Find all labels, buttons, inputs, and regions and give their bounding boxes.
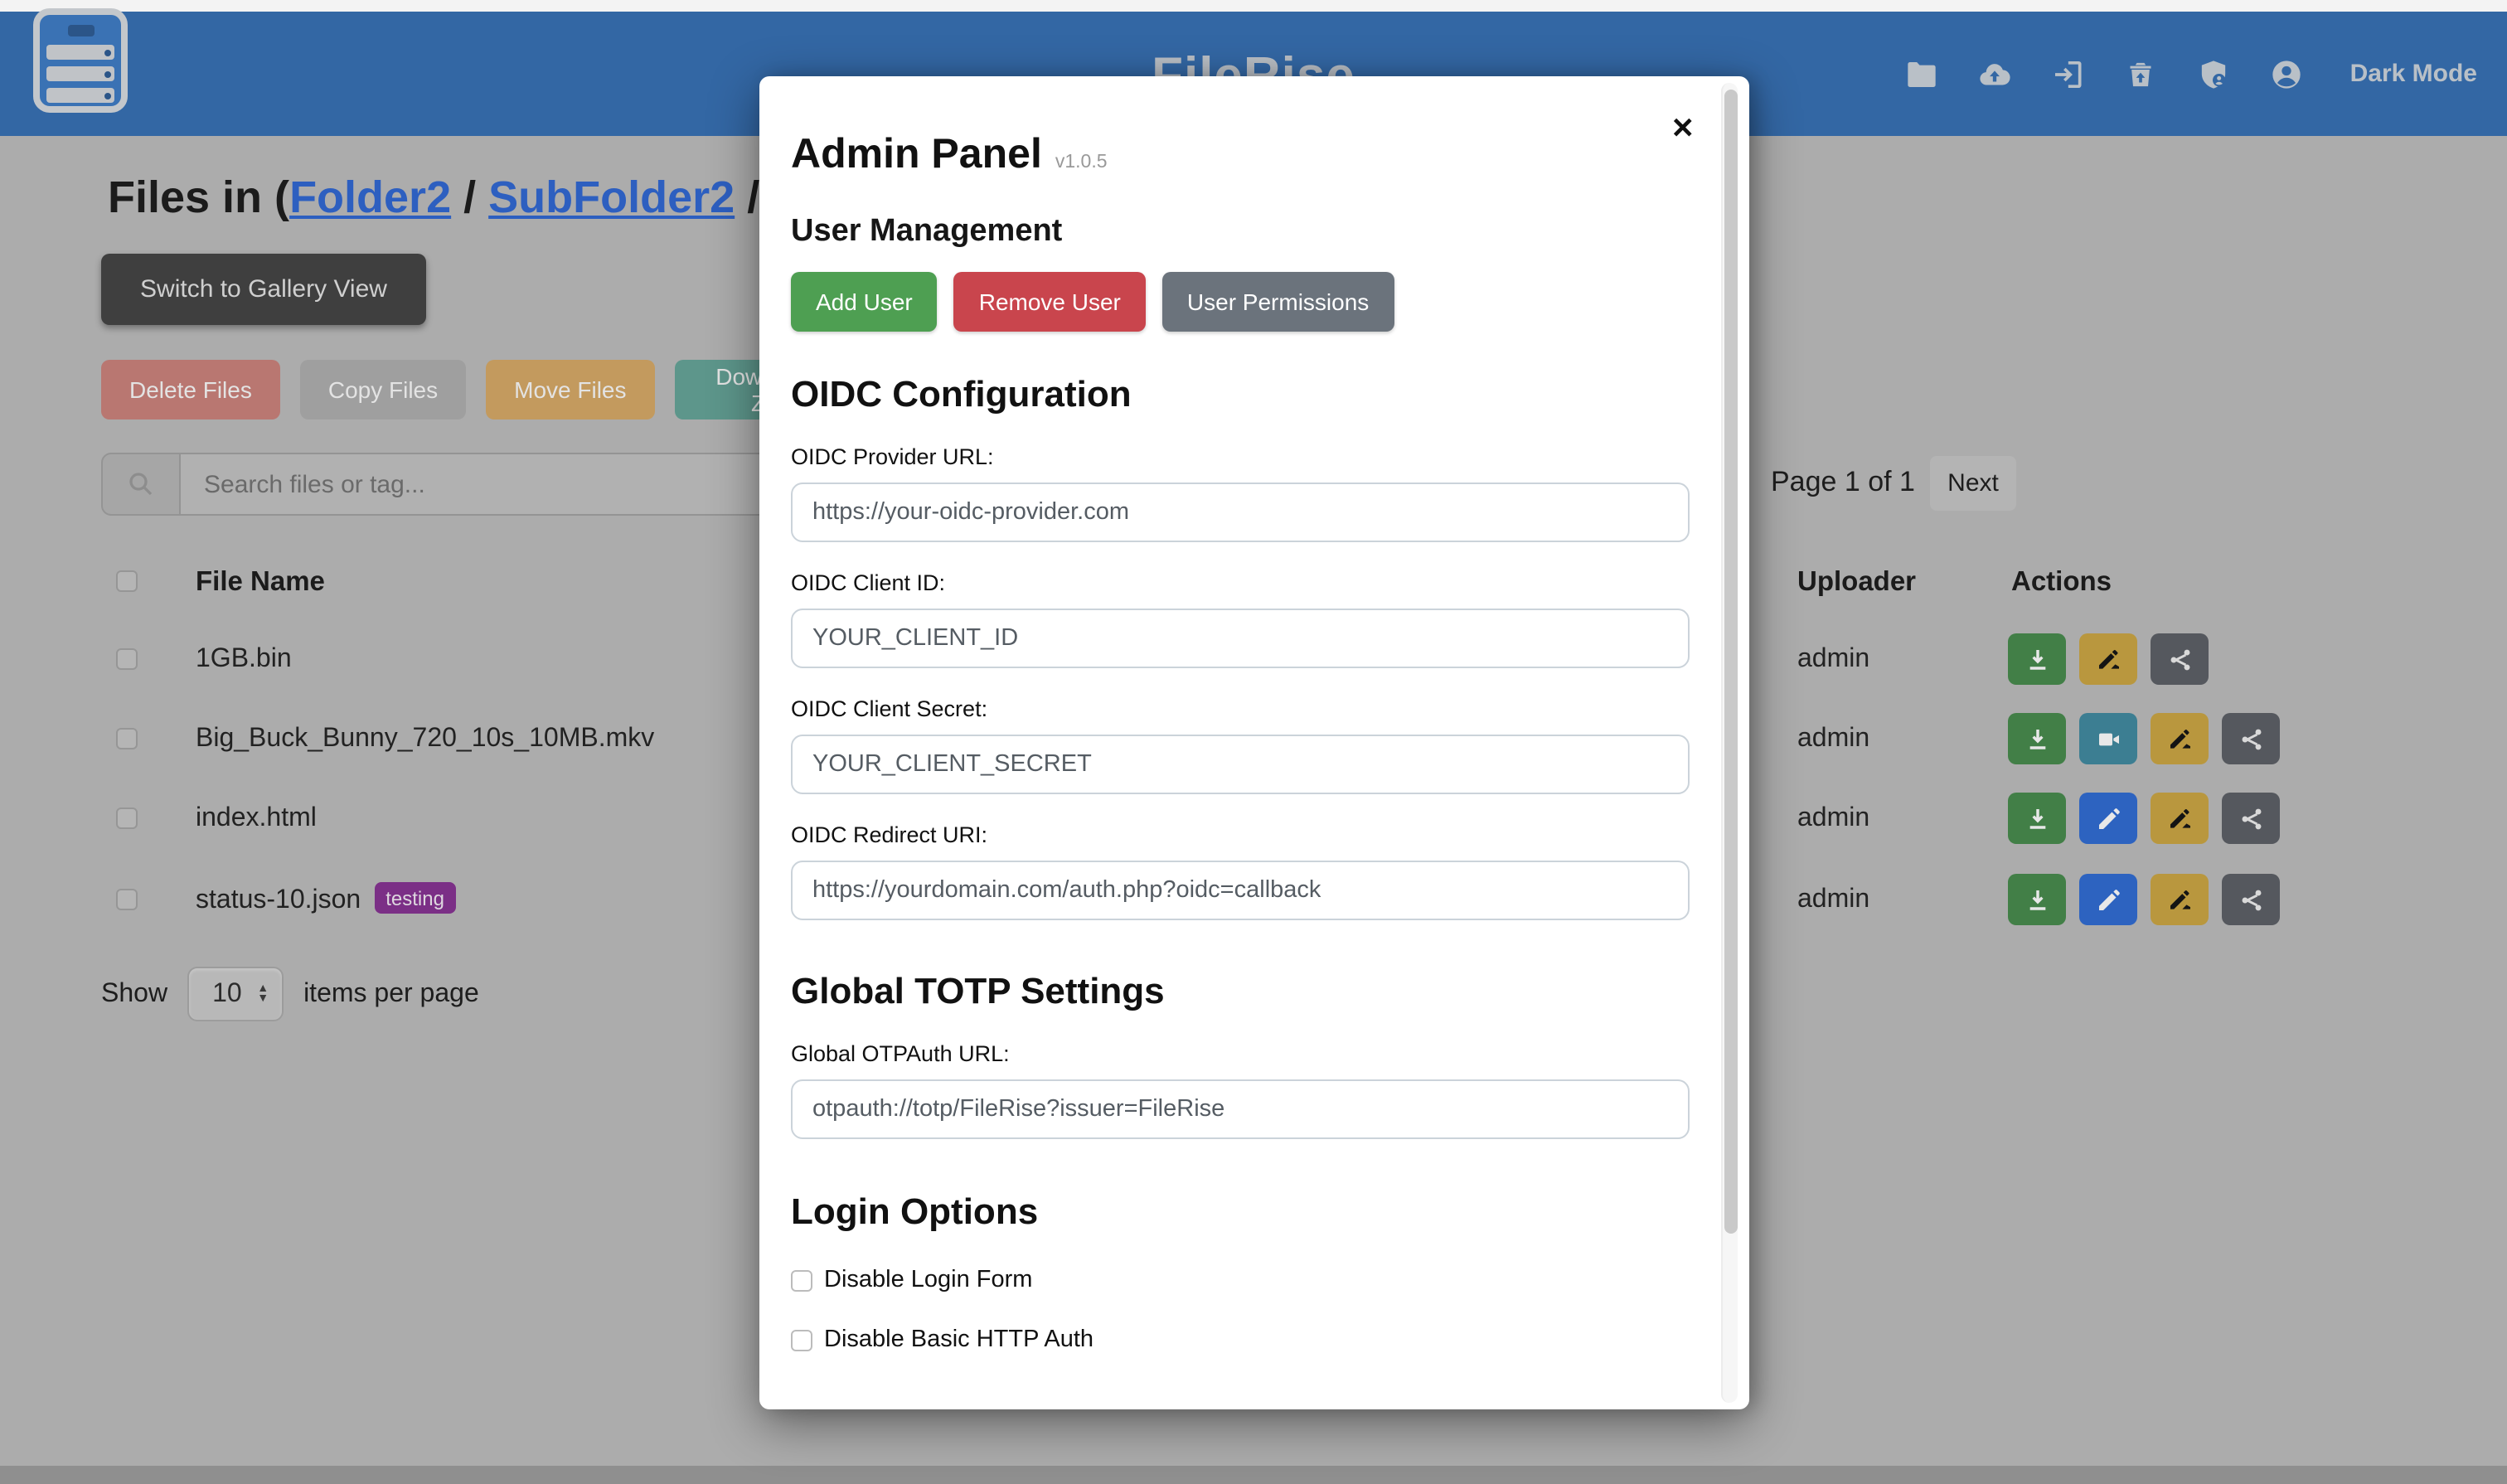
oidc-redirect-uri-input[interactable] [791, 861, 1690, 920]
version-label: v1.0.5 [1055, 153, 1108, 172]
disable-basic-http-auth-checkbox[interactable] [791, 1329, 812, 1351]
share-button[interactable] [2222, 793, 2280, 844]
delete-files-button[interactable]: Delete Files [101, 360, 280, 419]
login-options-heading: Login Options [791, 1191, 1721, 1234]
row-checkbox[interactable] [116, 807, 138, 829]
modal-scrollbar-track[interactable] [1721, 83, 1738, 1403]
column-header-file-name[interactable]: File Name [196, 567, 325, 599]
oidc-client-secret-input[interactable] [791, 735, 1690, 794]
rename-button[interactable] [2079, 633, 2137, 685]
uploader-cell: admin [1797, 725, 1869, 754]
switch-gallery-view-button[interactable]: Switch to Gallery View [101, 254, 426, 325]
oidc-redirect-uri-label: OIDC Redirect URI: [791, 822, 1721, 847]
column-header-actions: Actions [2011, 567, 2112, 599]
uploader-cell: admin [1797, 645, 1869, 675]
items-per-page-select[interactable]: 10 ▲▼ [187, 967, 284, 1021]
share-button[interactable] [2222, 874, 2280, 925]
row-checkbox[interactable] [116, 728, 138, 749]
breadcrumb-link-subfolder2[interactable]: SubFolder2 [488, 172, 735, 222]
row-checkbox[interactable] [116, 648, 138, 670]
breadcrumb-prefix: Files in ( [108, 172, 289, 222]
page-info: Page 1 of 1 [1771, 466, 1915, 499]
copy-files-button[interactable]: Copy Files [300, 360, 466, 419]
breadcrumb-separator: / [451, 172, 488, 222]
file-name[interactable]: index.html [196, 804, 317, 834]
logo-slot [67, 25, 94, 36]
items-per-page-value: 10 [212, 979, 242, 1009]
file-toolbar: Delete Files Copy Files Move Files Downl… [101, 360, 861, 419]
oidc-client-id-label: OIDC Client ID: [791, 570, 1721, 595]
items-per-page: Show 10 ▲▼ items per page [101, 967, 479, 1021]
row-actions [2008, 713, 2280, 764]
filerise-logo[interactable] [33, 8, 128, 113]
share-button[interactable] [2222, 713, 2280, 764]
top-strip [0, 0, 2507, 12]
breadcrumb: Files in (Folder2 / SubFolder2 / [108, 172, 759, 224]
move-files-button[interactable]: Move Files [486, 360, 654, 419]
rename-button[interactable] [2151, 874, 2209, 925]
download-button[interactable] [2008, 713, 2066, 764]
breadcrumb-link-folder2[interactable]: Folder2 [289, 172, 451, 222]
row-actions [2008, 633, 2209, 685]
remove-user-button[interactable]: Remove User [954, 272, 1146, 332]
download-button[interactable] [2008, 633, 2066, 685]
uploader-cell: admin [1797, 885, 1869, 915]
add-user-button[interactable]: Add User [791, 272, 938, 332]
file-name-text: status-10.json [196, 886, 361, 914]
edit-button[interactable] [2079, 793, 2137, 844]
column-header-uploader[interactable]: Uploader [1797, 567, 1916, 599]
user-management-heading: User Management [791, 214, 1721, 250]
totp-heading: Global TOTP Settings [791, 970, 1721, 1013]
file-name[interactable]: Big_Buck_Bunny_720_10s_10MB.mkv [196, 725, 654, 754]
otpauth-url-input[interactable] [791, 1079, 1690, 1139]
bottom-strip [0, 1466, 2507, 1484]
filerise-app: Dark Mode FileRise Files in (Folder2 / S… [0, 0, 2507, 1484]
items-per-page-suffix: items per page [303, 979, 479, 1009]
row-actions [2008, 793, 2280, 844]
otpauth-url-label: Global OTPAuth URL: [791, 1041, 1721, 1066]
file-name[interactable]: 1GB.bin [196, 645, 292, 675]
row-actions [2008, 874, 2280, 925]
search-icon [126, 469, 156, 499]
download-button[interactable] [2008, 874, 2066, 925]
admin-panel-modal: ✕ Admin Panel v1.0.5 User Management Add… [759, 76, 1749, 1409]
search-icon-box [101, 453, 181, 516]
file-name[interactable]: status-10.json testing [196, 885, 456, 917]
row-checkbox[interactable] [116, 889, 138, 910]
oidc-heading: OIDC Configuration [791, 373, 1721, 416]
next-page-button[interactable]: Next [1930, 456, 2016, 511]
modal-scrollbar-thumb[interactable] [1724, 90, 1738, 1234]
oidc-client-id-input[interactable] [791, 609, 1690, 668]
disable-login-form-checkbox[interactable] [791, 1269, 812, 1291]
modal-title: Admin Panel [791, 131, 1042, 179]
rename-button[interactable] [2151, 793, 2209, 844]
oidc-client-secret-label: OIDC Client Secret: [791, 696, 1721, 721]
edit-button[interactable] [2079, 874, 2137, 925]
uploader-cell: admin [1797, 804, 1869, 834]
disable-login-form-label: Disable Login Form [824, 1267, 1032, 1293]
share-button[interactable] [2151, 633, 2209, 685]
oidc-provider-input[interactable] [791, 483, 1690, 542]
disable-basic-http-auth-label: Disable Basic HTTP Auth [824, 1326, 1093, 1353]
user-permissions-button[interactable]: User Permissions [1162, 272, 1394, 332]
select-all-checkbox[interactable] [116, 570, 138, 592]
preview-video-button[interactable] [2079, 713, 2137, 764]
tag-badge: testing [374, 882, 456, 914]
rename-button[interactable] [2151, 713, 2209, 764]
oidc-provider-label: OIDC Provider URL: [791, 444, 1721, 469]
breadcrumb-suffix: / [735, 172, 759, 222]
show-label: Show [101, 979, 167, 1009]
download-button[interactable] [2008, 793, 2066, 844]
select-arrows-icon: ▲▼ [257, 984, 269, 1004]
